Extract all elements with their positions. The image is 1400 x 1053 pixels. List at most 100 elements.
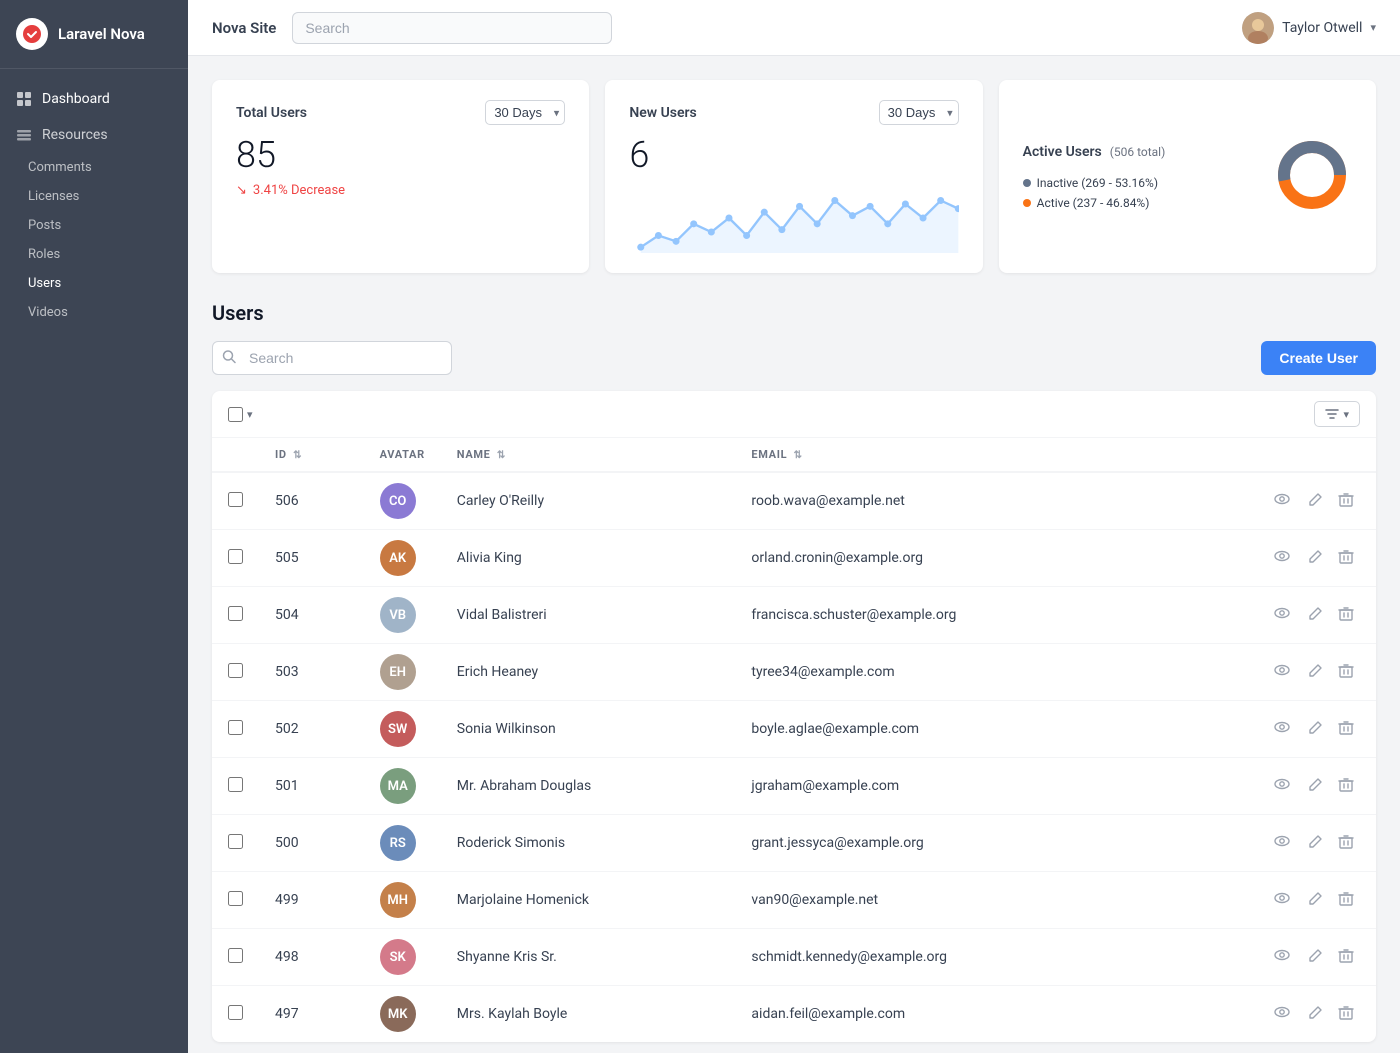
users-table: ID ⇅ Avatar Name ⇅ Email ⇅ (212, 438, 1376, 1042)
table-row: 503 EH Erich Heaney tyree34@example.com (212, 644, 1376, 701)
delete-button[interactable] (1332, 830, 1360, 859)
total-users-period-select[interactable]: 30 Days 60 Days 90 Days (485, 100, 565, 125)
delete-button[interactable] (1332, 887, 1360, 916)
view-button[interactable] (1267, 543, 1297, 574)
edit-button[interactable] (1301, 488, 1329, 517)
topbar-search-input[interactable] (292, 12, 612, 44)
delete-button[interactable] (1332, 602, 1360, 631)
total-users-card: Total Users 30 Days 60 Days 90 Days 85 ↘… (212, 80, 589, 273)
row-checkbox[interactable] (228, 663, 243, 678)
view-button[interactable] (1267, 714, 1297, 745)
select-dropdown-icon[interactable]: ▾ (247, 408, 253, 421)
col-email[interactable]: Email ⇅ (735, 438, 1154, 472)
delete-button[interactable] (1332, 1001, 1360, 1030)
edit-button[interactable] (1301, 887, 1329, 916)
user-avatar: AK (380, 540, 416, 576)
table-search-input[interactable] (212, 341, 452, 375)
delete-button[interactable] (1332, 659, 1360, 688)
sidebar-item-comments[interactable]: Comments (0, 153, 188, 182)
delete-button[interactable] (1332, 773, 1360, 802)
select-all-checkbox[interactable] (228, 407, 243, 422)
row-checkbox-cell (212, 587, 259, 644)
row-checkbox[interactable] (228, 720, 243, 735)
col-id[interactable]: ID ⇅ (259, 438, 364, 472)
sidebar-item-users[interactable]: Users (0, 269, 188, 298)
view-button[interactable] (1267, 771, 1297, 802)
delete-button[interactable] (1332, 716, 1360, 745)
change-text: 3.41% Decrease (253, 183, 345, 198)
col-avatar: Avatar (364, 438, 441, 472)
row-checkbox[interactable] (228, 1005, 243, 1020)
active-users-left: Active Users (506 total) Inactive (269 -… (1023, 144, 1166, 210)
row-checkbox[interactable] (228, 891, 243, 906)
view-button[interactable] (1267, 828, 1297, 859)
sidebar-item-licenses[interactable]: Licenses (0, 182, 188, 211)
view-button[interactable] (1267, 942, 1297, 973)
table-search-icon (222, 349, 236, 368)
user-avatar: MA (380, 768, 416, 804)
row-id: 497 (259, 986, 364, 1043)
table-check-left: ▾ (228, 407, 253, 422)
view-button[interactable] (1267, 600, 1297, 631)
delete-button[interactable] (1332, 545, 1360, 574)
edit-button[interactable] (1301, 773, 1329, 802)
edit-button[interactable] (1301, 545, 1329, 574)
table-row: 502 SW Sonia Wilkinson boyle.aglae@examp… (212, 701, 1376, 758)
view-button[interactable] (1267, 999, 1297, 1030)
trash-icon (1338, 663, 1354, 679)
trash-icon (1338, 606, 1354, 622)
inactive-label: Inactive (269 - 53.16%) (1037, 176, 1158, 190)
edit-button[interactable] (1301, 830, 1329, 859)
active-users-card: Active Users (506 total) Inactive (269 -… (999, 80, 1376, 273)
change-arrow-icon: ↘ (236, 183, 247, 198)
edit-button[interactable] (1301, 944, 1329, 973)
delete-button[interactable] (1332, 944, 1360, 973)
app-logo[interactable]: Laravel Nova (0, 0, 188, 69)
resources-icon (16, 127, 32, 143)
sidebar-item-resources[interactable]: Resources (0, 117, 188, 153)
filter-button[interactable]: ▾ (1314, 401, 1360, 427)
row-actions (1155, 758, 1376, 815)
user-chevron-icon: ▾ (1370, 21, 1376, 34)
main-content: Nova Site Taylor Otwell ▾ Total Users (188, 0, 1400, 1053)
new-users-period-select[interactable]: 30 Days 60 Days 90 Days (879, 100, 959, 125)
row-avatar-cell: AK (364, 530, 441, 587)
view-button[interactable] (1267, 486, 1297, 517)
user-avatar: SW (380, 711, 416, 747)
sidebar-item-videos[interactable]: Videos (0, 298, 188, 327)
row-checkbox[interactable] (228, 492, 243, 507)
edit-icon (1307, 777, 1323, 793)
legend-active: Active (237 - 46.84%) (1023, 196, 1166, 210)
row-avatar-cell: MK (364, 986, 441, 1043)
row-checkbox[interactable] (228, 549, 243, 564)
delete-button[interactable] (1332, 488, 1360, 517)
metrics-row: Total Users 30 Days 60 Days 90 Days 85 ↘… (212, 80, 1376, 273)
sidebar-item-posts[interactable]: Posts (0, 211, 188, 240)
create-user-button[interactable]: Create User (1261, 341, 1376, 375)
sidebar-item-dashboard[interactable]: Dashboard (0, 81, 188, 117)
row-name: Sonia Wilkinson (441, 701, 736, 758)
user-avatar: MH (380, 882, 416, 918)
total-users-value: 85 (236, 137, 565, 173)
edit-button[interactable] (1301, 716, 1329, 745)
row-name: Carley O'Reilly (441, 472, 736, 530)
edit-button[interactable] (1301, 1001, 1329, 1030)
row-checkbox-cell (212, 530, 259, 587)
row-checkbox[interactable] (228, 948, 243, 963)
edit-button[interactable] (1301, 602, 1329, 631)
table-row: 497 MK Mrs. Kaylah Boyle aidan.feil@exam… (212, 986, 1376, 1043)
row-checkbox[interactable] (228, 606, 243, 621)
user-menu[interactable]: Taylor Otwell ▾ (1242, 12, 1376, 44)
view-button[interactable] (1267, 885, 1297, 916)
row-id: 499 (259, 872, 364, 929)
row-id: 506 (259, 472, 364, 530)
sidebar-item-roles[interactable]: Roles (0, 240, 188, 269)
col-name[interactable]: Name ⇅ (441, 438, 736, 472)
edit-button[interactable] (1301, 659, 1329, 688)
view-button[interactable] (1267, 657, 1297, 688)
users-table-container: ▾ ▾ (212, 391, 1376, 1042)
row-checkbox[interactable] (228, 777, 243, 792)
row-checkbox[interactable] (228, 834, 243, 849)
row-email: schmidt.kennedy@example.org (735, 929, 1154, 986)
sidebar: Laravel Nova Dashboard Resources Comment… (0, 0, 188, 1053)
